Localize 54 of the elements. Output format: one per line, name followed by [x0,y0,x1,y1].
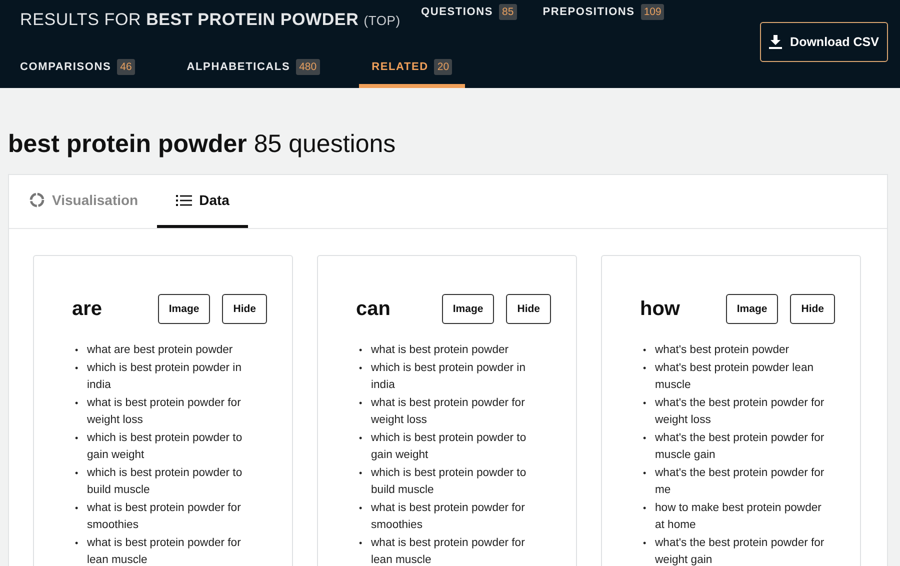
question-item: what is best protein powder for lean muscle [87,536,242,566]
bullet-marker: • [358,396,364,410]
bullet-marker: • [74,536,80,550]
bullet-marker: • [642,396,648,410]
nav-tab[interactable]: PREPOSITIONS 109 [542,0,664,24]
bullet-marker: • [74,396,80,410]
question-item: what is best protein powder for lean muscle [371,536,526,566]
bullet-marker: • [74,362,80,374]
bullet-marker: • [642,502,648,514]
count-badge: 20 [434,59,452,75]
bullet-marker: • [642,536,648,550]
card-title: how [640,298,681,320]
results-title: RESULTS FOR BEST PROTEIN POWDER (TOP) [20,10,402,30]
card-button[interactable]: Image [726,294,778,324]
card-title: can [356,298,392,320]
bullet-marker: • [74,466,80,480]
bullet-marker: • [358,344,364,357]
count-badge: 85 [499,4,517,20]
bullet-marker: • [642,432,648,444]
nav-tab[interactable]: COMPARISONS 46 [20,46,148,88]
question-item: what's the best protein powder for weight gain [655,536,826,566]
view-tab[interactable]: Visualisation [29,175,158,228]
bullet-marker: • [358,432,364,444]
bullet-marker: • [358,362,364,374]
question-item: what's best protein powder [655,343,790,358]
list-icon [176,194,192,206]
page-heading: best protein powder 85 questions [8,130,397,160]
bullet-marker: • [642,466,648,480]
bullet-marker: • [358,466,364,480]
nav-tab[interactable]: ALPHABETICALS 480 [174,46,333,88]
download-icon [769,35,782,49]
circle-icon [29,192,45,208]
question-item: what are best protein powder [87,343,234,358]
bullet-marker: • [74,432,80,444]
bullet-marker: • [642,362,648,374]
nav-tab[interactable]: RELATED 20 [358,46,466,88]
card-button[interactable]: Image [442,294,494,324]
card-title: are [72,298,104,320]
bullet-marker: • [358,536,364,550]
count-badge: 109 [640,4,664,20]
bullet-marker: • [74,344,80,357]
view-tab[interactable]: Data [157,175,248,228]
card-button[interactable]: Image [158,294,210,324]
count-badge: 46 [117,59,135,75]
bullet-marker: • [74,502,80,514]
download-button[interactable]: Download CSV [760,22,888,62]
count-badge: 480 [296,59,320,75]
question-item: what is best protein powder [371,343,510,358]
bullet-marker: • [642,344,648,357]
card-button[interactable]: Hide [506,294,551,324]
card-button[interactable]: Hide [790,294,835,324]
card-button[interactable]: Hide [222,294,267,324]
bullet-marker: • [358,502,364,514]
nav-tab[interactable]: QUESTIONS 85 [421,0,517,24]
